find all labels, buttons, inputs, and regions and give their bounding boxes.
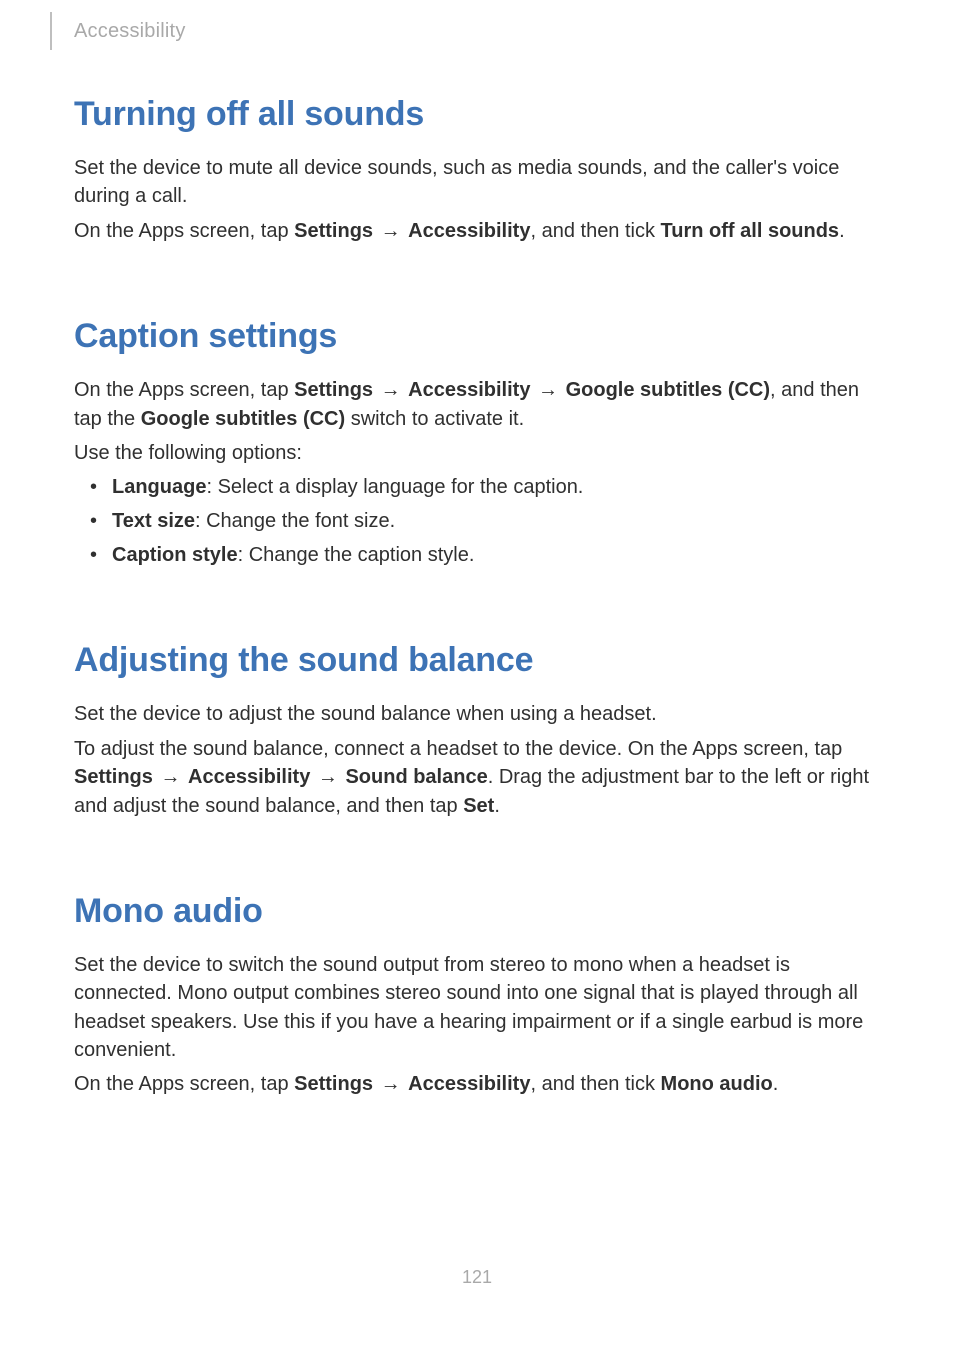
bold-google-subtitles-switch: Google subtitles (CC) bbox=[141, 408, 345, 430]
text: . bbox=[773, 1073, 779, 1095]
bold-accessibility: Accessibility bbox=[408, 379, 530, 401]
arrow-icon: → bbox=[158, 763, 182, 791]
text: , and then tick bbox=[530, 1073, 660, 1095]
bold-settings: Settings bbox=[294, 1073, 373, 1095]
arrow-icon: → bbox=[316, 763, 340, 791]
option-desc: : Select a display language for the capt… bbox=[206, 476, 583, 498]
bold-set: Set bbox=[463, 795, 494, 817]
section2-paragraph1: On the Apps screen, tap Settings → Acces… bbox=[74, 376, 884, 433]
arrow-icon: → bbox=[379, 376, 403, 404]
text: On the Apps screen, tap bbox=[74, 1073, 294, 1095]
section3-paragraph2: To adjust the sound balance, connect a h… bbox=[74, 735, 884, 820]
text: . bbox=[839, 220, 845, 242]
bold-sound-balance: Sound balance bbox=[345, 766, 487, 788]
text: . bbox=[494, 795, 500, 817]
section1-paragraph2: On the Apps screen, tap Settings → Acces… bbox=[74, 217, 884, 245]
options-list: Language: Select a display language for … bbox=[74, 473, 884, 569]
option-label: Text size bbox=[112, 510, 195, 532]
text: switch to activate it. bbox=[345, 408, 524, 430]
page-number: 121 bbox=[0, 1267, 954, 1288]
arrow-icon: → bbox=[536, 376, 560, 404]
section-heading-sound-balance: Adjusting the sound balance bbox=[74, 641, 884, 680]
text: On the Apps screen, tap bbox=[74, 220, 294, 242]
section1-paragraph1: Set the device to mute all device sounds… bbox=[74, 154, 884, 211]
bold-settings: Settings bbox=[74, 766, 153, 788]
bold-accessibility: Accessibility bbox=[188, 766, 310, 788]
section-heading-caption-settings: Caption settings bbox=[74, 317, 884, 356]
list-item: Language: Select a display language for … bbox=[74, 473, 884, 501]
section-heading-mono-audio: Mono audio bbox=[74, 892, 884, 931]
section3-paragraph1: Set the device to adjust the sound balan… bbox=[74, 700, 884, 728]
option-desc: : Change the caption style. bbox=[238, 544, 475, 566]
arrow-icon: → bbox=[379, 1070, 403, 1098]
bold-accessibility: Accessibility bbox=[408, 1073, 530, 1095]
section-heading-turning-off-sounds: Turning off all sounds bbox=[74, 95, 884, 134]
text: On the Apps screen, tap bbox=[74, 379, 294, 401]
bold-settings: Settings bbox=[294, 220, 373, 242]
option-label: Language bbox=[112, 476, 206, 498]
bold-accessibility: Accessibility bbox=[408, 220, 530, 242]
list-item: Text size: Change the font size. bbox=[74, 507, 884, 535]
list-item: Caption style: Change the caption style. bbox=[74, 541, 884, 569]
bold-google-subtitles: Google subtitles (CC) bbox=[566, 379, 770, 401]
bold-settings: Settings bbox=[294, 379, 373, 401]
bold-turn-off-all-sounds: Turn off all sounds bbox=[661, 220, 840, 242]
page-header: Accessibility bbox=[50, 0, 186, 62]
option-label: Caption style bbox=[112, 544, 238, 566]
bold-mono-audio: Mono audio bbox=[661, 1073, 773, 1095]
breadcrumb: Accessibility bbox=[74, 20, 186, 43]
header-divider bbox=[50, 12, 52, 50]
section4-paragraph1: Set the device to switch the sound outpu… bbox=[74, 951, 884, 1065]
text: To adjust the sound balance, connect a h… bbox=[74, 738, 842, 760]
section4-paragraph2: On the Apps screen, tap Settings → Acces… bbox=[74, 1070, 884, 1098]
arrow-icon: → bbox=[379, 217, 403, 245]
section2-paragraph2: Use the following options: bbox=[74, 439, 884, 467]
page-content: Turning off all sounds Set the device to… bbox=[74, 95, 884, 1105]
text: , and then tick bbox=[530, 220, 660, 242]
option-desc: : Change the font size. bbox=[195, 510, 395, 532]
